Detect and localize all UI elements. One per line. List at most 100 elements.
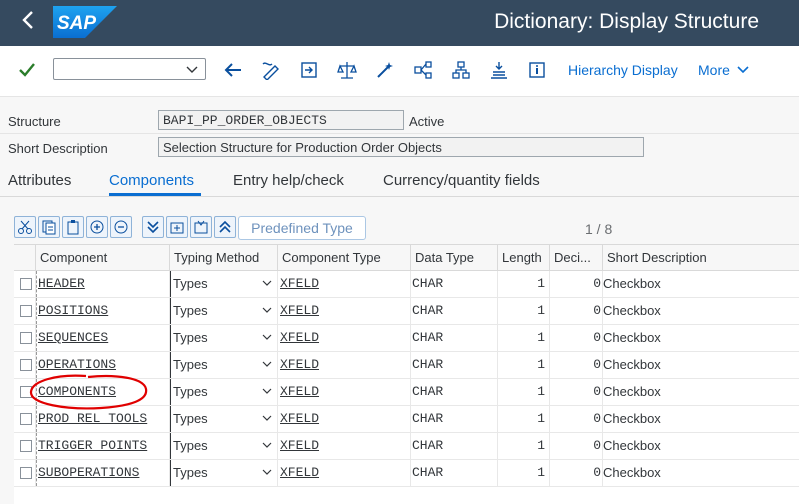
component-type-link[interactable]: XFELD xyxy=(280,438,319,453)
chevron-down-icon[interactable] xyxy=(261,326,273,351)
component-type-link[interactable]: XFELD xyxy=(280,303,319,318)
row-selector[interactable] xyxy=(14,433,36,459)
row-selector[interactable] xyxy=(14,352,36,378)
display-change-icon[interactable] xyxy=(260,59,282,81)
column-header-component[interactable]: Component xyxy=(36,245,170,271)
component-name-link[interactable]: OPERATIONS xyxy=(38,357,116,372)
row-selector[interactable] xyxy=(14,406,36,432)
component-name-link[interactable]: SUBOPERATIONS xyxy=(38,465,139,480)
typing-method-cell[interactable]: Types xyxy=(170,271,278,297)
command-field[interactable] xyxy=(53,58,206,80)
component-name-cell[interactable]: PROD_REL_TOOLS xyxy=(36,406,170,432)
typing-method-cell[interactable]: Types xyxy=(170,298,278,324)
paste-icon[interactable] xyxy=(62,216,84,238)
row-checkbox[interactable] xyxy=(20,359,32,371)
chevron-down-icon[interactable] xyxy=(261,299,273,324)
column-header-data-type[interactable]: Data Type xyxy=(411,245,498,271)
column-header-component-type[interactable]: Component Type xyxy=(278,245,411,271)
row-selector[interactable] xyxy=(14,298,36,324)
component-name-link[interactable]: COMPONENTS xyxy=(38,384,116,399)
row-selector[interactable] xyxy=(14,460,36,486)
component-name-cell[interactable]: POSITIONS xyxy=(36,298,170,324)
table-row[interactable]: OPERATIONS Types XFELD CHAR 1 0 Checkbox xyxy=(14,352,799,379)
check-consistency-icon[interactable] xyxy=(336,59,358,81)
table-row[interactable]: SEQUENCES Types XFELD CHAR 1 0 Checkbox xyxy=(14,325,799,352)
column-header-typing-method[interactable]: Typing Method xyxy=(170,245,278,271)
component-type-cell[interactable]: XFELD xyxy=(278,271,411,297)
chevron-down-icon[interactable] xyxy=(261,353,273,378)
tab-entry-help-check[interactable]: Entry help/check xyxy=(233,172,344,189)
component-name-cell[interactable]: TRIGGER_POINTS xyxy=(36,433,170,459)
row-checkbox[interactable] xyxy=(20,305,32,317)
copy-icon[interactable] xyxy=(38,216,60,238)
table-row[interactable]: POSITIONS Types XFELD CHAR 1 0 Checkbox xyxy=(14,298,799,325)
info-icon[interactable] xyxy=(526,59,548,81)
component-type-link[interactable]: XFELD xyxy=(280,276,319,291)
component-type-cell[interactable]: XFELD xyxy=(278,460,411,486)
component-type-link[interactable]: XFELD xyxy=(280,357,319,372)
row-checkbox[interactable] xyxy=(20,440,32,452)
chevron-down-icon[interactable] xyxy=(261,380,273,405)
tab-currency-quantity-fields[interactable]: Currency/quantity fields xyxy=(383,172,540,189)
column-header-short-description[interactable]: Short Description xyxy=(603,245,799,271)
component-name-link[interactable]: TRIGGER_POINTS xyxy=(38,438,147,453)
select-all-header[interactable] xyxy=(14,245,36,271)
typing-method-cell[interactable]: Types xyxy=(170,352,278,378)
hierarchy-icon[interactable] xyxy=(450,59,472,81)
include-structure-icon[interactable] xyxy=(190,216,212,238)
technical-settings-icon[interactable] xyxy=(488,59,510,81)
component-type-cell[interactable]: XFELD xyxy=(278,298,411,324)
column-header-decimals[interactable]: Deci... xyxy=(550,245,603,271)
table-row[interactable]: HEADER Types XFELD CHAR 1 0 Checkbox xyxy=(14,271,799,298)
chevron-down-icon[interactable] xyxy=(261,461,273,486)
chevron-down-icon[interactable] xyxy=(261,407,273,432)
short-description-field[interactable]: Selection Structure for Production Order… xyxy=(158,137,644,157)
component-name-cell[interactable]: OPERATIONS xyxy=(36,352,170,378)
arrow-left-icon[interactable] xyxy=(222,59,244,81)
other-object-icon[interactable] xyxy=(298,59,320,81)
component-type-link[interactable]: XFELD xyxy=(280,465,319,480)
row-checkbox[interactable] xyxy=(20,467,32,479)
row-selector[interactable] xyxy=(14,379,36,405)
table-row[interactable]: PROD_REL_TOOLS Types XFELD CHAR 1 0 Checkbox xyxy=(14,406,799,433)
component-name-link[interactable]: POSITIONS xyxy=(38,303,108,318)
chevron-down-icon[interactable] xyxy=(185,62,199,79)
tab-attributes[interactable]: Attributes xyxy=(8,172,71,189)
row-selector[interactable] xyxy=(14,271,36,297)
typing-method-cell[interactable]: Types xyxy=(170,460,278,486)
chevron-down-icon[interactable] xyxy=(736,64,750,79)
component-name-cell[interactable]: SEQUENCES xyxy=(36,325,170,351)
component-name-link[interactable]: PROD_REL_TOOLS xyxy=(38,411,147,426)
table-row[interactable]: COMPONENTS Types XFELD CHAR 1 0 Checkbox xyxy=(14,379,799,406)
component-name-cell[interactable]: COMPONENTS xyxy=(36,379,170,405)
component-type-cell[interactable]: XFELD xyxy=(278,325,411,351)
hierarchy-display-button[interactable]: Hierarchy Display xyxy=(568,62,678,78)
table-row[interactable]: TRIGGER_POINTS Types XFELD CHAR 1 0 Checkbox xyxy=(14,433,799,460)
cut-icon[interactable] xyxy=(14,216,36,238)
typing-method-cell[interactable]: Types xyxy=(170,379,278,405)
predefined-type-button[interactable]: Predefined Type xyxy=(238,216,366,240)
component-type-cell[interactable]: XFELD xyxy=(278,379,411,405)
component-name-cell[interactable]: SUBOPERATIONS xyxy=(36,460,170,486)
row-selector[interactable] xyxy=(14,325,36,351)
typing-method-cell[interactable]: Types xyxy=(170,406,278,432)
component-name-link[interactable]: SEQUENCES xyxy=(38,330,108,345)
expand-all-icon[interactable] xyxy=(142,216,164,238)
back-icon[interactable] xyxy=(16,10,40,34)
component-type-cell[interactable]: XFELD xyxy=(278,406,411,432)
component-type-cell[interactable]: XFELD xyxy=(278,352,411,378)
typing-method-cell[interactable]: Types xyxy=(170,325,278,351)
table-row[interactable]: SUBOPERATIONS Types XFELD CHAR 1 0 Checkbox xyxy=(14,460,799,487)
tab-components[interactable]: Components xyxy=(109,172,194,189)
component-type-link[interactable]: XFELD xyxy=(280,384,319,399)
delete-row-icon[interactable] xyxy=(110,216,132,238)
row-checkbox[interactable] xyxy=(20,278,32,290)
row-checkbox[interactable] xyxy=(20,332,32,344)
typing-method-cell[interactable]: Types xyxy=(170,433,278,459)
column-header-length[interactable]: Length xyxy=(498,245,550,271)
collapse-all-icon[interactable] xyxy=(214,216,236,238)
component-type-link[interactable]: XFELD xyxy=(280,330,319,345)
row-checkbox[interactable] xyxy=(20,413,32,425)
more-button[interactable]: More xyxy=(698,62,730,78)
insert-include-icon[interactable] xyxy=(166,216,188,238)
